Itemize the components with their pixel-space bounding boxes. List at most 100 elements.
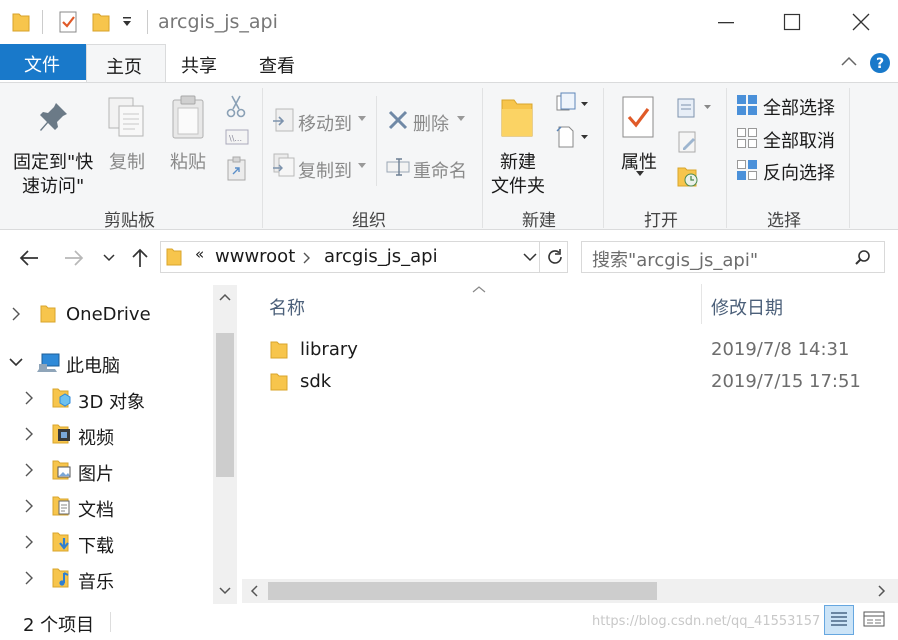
chevron-down-icon[interactable] bbox=[9, 357, 23, 367]
back-button[interactable] bbox=[18, 248, 40, 268]
search-box[interactable]: 搜索"arcgis_js_api" bbox=[581, 241, 885, 273]
details-view-button[interactable] bbox=[824, 605, 854, 635]
folder-icon bbox=[12, 12, 30, 32]
nav-item-pictures[interactable]: 图片 bbox=[0, 457, 212, 485]
scroll-up-icon[interactable] bbox=[219, 293, 231, 301]
move-to-icon bbox=[272, 107, 296, 133]
move-to-button[interactable]: 移动到 bbox=[298, 110, 352, 136]
nav-item-videos[interactable]: 视频 bbox=[0, 421, 212, 449]
file-modified: 2019/7/8 14:31 bbox=[711, 339, 850, 360]
forward-button[interactable] bbox=[63, 248, 85, 268]
ribbon-separator bbox=[849, 88, 850, 228]
navigation-pane: OneDrive 此电脑 3D 对象 视频 图片 文档 下载 音乐 bbox=[0, 285, 240, 604]
paste-shortcut-icon[interactable] bbox=[226, 156, 248, 182]
chevron-down-icon bbox=[636, 171, 644, 177]
chevron-right-icon[interactable] bbox=[24, 391, 34, 405]
tab-file[interactable]: 文件 bbox=[0, 44, 86, 80]
refresh-icon[interactable] bbox=[546, 248, 564, 266]
nav-item-documents[interactable]: 文档 bbox=[0, 493, 212, 521]
delete-button[interactable]: 删除 bbox=[413, 110, 449, 136]
nav-item-music[interactable]: 音乐 bbox=[0, 565, 212, 593]
scroll-thumb[interactable] bbox=[268, 582, 657, 600]
table-row[interactable]: sdk 2019/7/15 17:51 bbox=[262, 368, 892, 396]
nav-item-onedrive[interactable]: OneDrive bbox=[0, 301, 212, 327]
search-input[interactable]: 搜索"arcgis_js_api" bbox=[592, 246, 758, 272]
tab-home[interactable]: 主页 bbox=[86, 44, 166, 82]
nav-item-label: 此电脑 bbox=[66, 356, 120, 377]
column-divider[interactable] bbox=[701, 284, 702, 324]
select-all-icon bbox=[736, 94, 758, 116]
tab-share[interactable]: 共享 bbox=[181, 52, 217, 78]
paste-button[interactable]: 粘贴 bbox=[170, 148, 206, 174]
search-icon[interactable] bbox=[854, 249, 872, 267]
customize-qat-icon[interactable] bbox=[121, 15, 133, 29]
recent-locations-chevron-icon[interactable] bbox=[103, 253, 115, 263]
nav-item-label: 图片 bbox=[78, 464, 114, 485]
chevron-right-icon[interactable] bbox=[24, 463, 34, 477]
nav-item-3d-objects[interactable]: 3D 对象 bbox=[0, 385, 212, 413]
folder-icon bbox=[166, 247, 182, 267]
new-folder-icon[interactable] bbox=[92, 12, 110, 32]
close-icon[interactable] bbox=[851, 12, 871, 32]
breadcrumb-overflow[interactable]: « bbox=[195, 245, 204, 263]
new-folder-button[interactable]: 新建 bbox=[500, 148, 536, 174]
scroll-thumb[interactable] bbox=[216, 333, 234, 477]
nav-item-this-pc[interactable]: 此电脑 bbox=[0, 349, 212, 377]
chevron-right-icon[interactable] bbox=[11, 307, 21, 321]
edit-icon[interactable] bbox=[677, 130, 699, 154]
chevron-right-icon[interactable] bbox=[24, 499, 34, 513]
nav-item-downloads[interactable]: 下载 bbox=[0, 529, 212, 557]
breadcrumb-separator-icon[interactable] bbox=[303, 252, 311, 264]
nav-item-label: 视频 bbox=[78, 428, 114, 449]
chevron-right-icon[interactable] bbox=[24, 535, 34, 549]
divider bbox=[376, 96, 377, 186]
new-folder-big-icon bbox=[500, 96, 534, 138]
divider bbox=[147, 10, 148, 34]
large-icons-view-button[interactable] bbox=[860, 606, 888, 634]
copy-path-icon[interactable]: \\... bbox=[225, 127, 249, 147]
divider bbox=[539, 242, 540, 272]
scroll-right-icon[interactable] bbox=[878, 585, 886, 597]
file-list-scrollbar[interactable] bbox=[242, 579, 898, 603]
address-bar[interactable]: « wwwroot arcgis_js_api bbox=[160, 241, 568, 273]
svg-text:?: ? bbox=[876, 56, 884, 72]
svg-text:\\...: \\... bbox=[229, 134, 242, 143]
copy-to-icon bbox=[272, 152, 296, 178]
nav-item-label: OneDrive bbox=[66, 304, 151, 325]
maximize-icon[interactable] bbox=[782, 12, 802, 32]
breadcrumb-arcgis-js-api[interactable]: arcgis_js_api bbox=[324, 246, 438, 267]
column-header-modified[interactable]: 修改日期 bbox=[711, 294, 783, 320]
downloads-icon bbox=[52, 531, 72, 553]
copy-button[interactable]: 复制 bbox=[109, 148, 145, 174]
minimize-icon[interactable] bbox=[716, 12, 736, 32]
chevron-right-icon[interactable] bbox=[24, 571, 34, 585]
help-icon[interactable]: ? bbox=[869, 52, 891, 74]
column-header-name[interactable]: 名称 bbox=[269, 294, 305, 320]
scroll-down-icon[interactable] bbox=[219, 587, 231, 595]
rename-icon bbox=[386, 157, 410, 177]
tab-home-label: 主页 bbox=[106, 57, 142, 78]
chevron-right-icon[interactable] bbox=[24, 427, 34, 441]
cut-icon[interactable] bbox=[225, 94, 247, 118]
breadcrumb-wwwroot[interactable]: wwwroot bbox=[215, 246, 295, 267]
new-item-icon[interactable] bbox=[555, 92, 589, 116]
table-row[interactable]: library 2019/7/8 14:31 bbox=[262, 336, 892, 364]
scroll-left-icon[interactable] bbox=[250, 585, 258, 597]
nav-pane-scrollbar[interactable] bbox=[213, 285, 237, 604]
select-none-button[interactable]: 全部取消 bbox=[763, 127, 835, 153]
open-icon[interactable] bbox=[676, 96, 712, 120]
rename-button[interactable]: 重命名 bbox=[413, 157, 467, 183]
copy-to-button[interactable]: 复制到 bbox=[298, 157, 352, 183]
group-clipboard-label: 剪贴板 bbox=[104, 211, 155, 231]
history-icon[interactable] bbox=[676, 165, 700, 189]
up-button[interactable] bbox=[130, 247, 150, 269]
invert-selection-button[interactable]: 反向选择 bbox=[763, 159, 835, 185]
tab-view[interactable]: 查看 bbox=[259, 52, 295, 78]
properties-check-icon[interactable] bbox=[59, 11, 79, 33]
collapse-ribbon-icon[interactable] bbox=[839, 54, 859, 68]
nav-item-label: 下载 bbox=[78, 536, 114, 557]
select-all-button[interactable]: 全部选择 bbox=[763, 94, 835, 120]
easy-access-icon[interactable] bbox=[555, 125, 589, 149]
address-dropdown-icon[interactable] bbox=[523, 252, 537, 262]
pin-quick-access-button[interactable]: 固定到"快 bbox=[13, 148, 93, 174]
